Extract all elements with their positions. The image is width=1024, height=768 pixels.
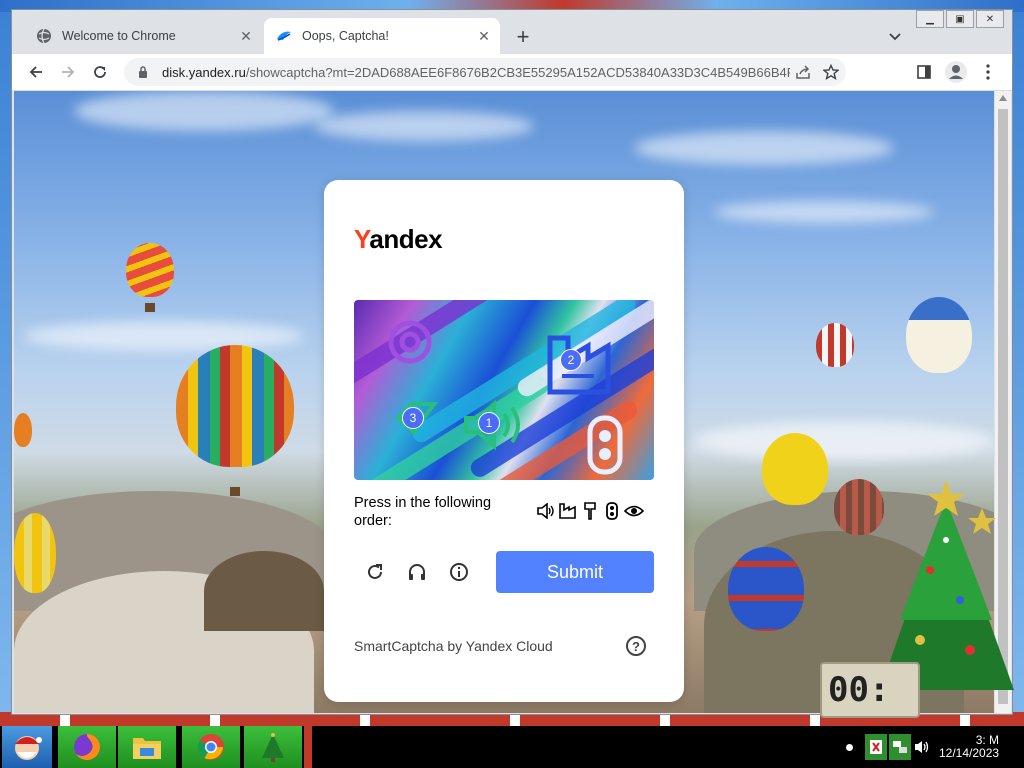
taskbar-divider — [304, 726, 312, 768]
close-window-button[interactable]: ✕ — [976, 10, 1004, 28]
notification-dot-icon — [846, 743, 853, 751]
firefox-taskbar-icon[interactable] — [58, 726, 116, 768]
rock-formation — [204, 551, 324, 631]
tray-date: 12/14/2023 — [939, 746, 1000, 760]
browser-toolbar: disk.yandex.ru/showcaptcha?mt=2DAD688AEE… — [12, 54, 1012, 91]
cloud — [74, 91, 334, 131]
file-explorer-taskbar-icon[interactable] — [118, 726, 176, 768]
profile-avatar-icon[interactable] — [942, 58, 970, 86]
url-path: /showcaptcha?mt=2DAD688AEE6F8676B2CB3E55… — [245, 64, 790, 80]
volume-icon[interactable] — [913, 740, 931, 754]
cloud — [694, 421, 994, 461]
system-tray: 3: M 12/14/2023 — [836, 726, 1024, 768]
minimize-button[interactable]: ▁ — [916, 10, 944, 28]
hot-air-balloon — [762, 433, 828, 505]
url-host: disk.yandex.ru — [162, 64, 246, 80]
desktop-clock-widget: 00: — [820, 662, 920, 718]
scroll-up-arrow-icon[interactable] — [999, 95, 1007, 101]
maximize-button[interactable]: ▣ — [946, 10, 974, 28]
new-tab-button[interactable]: + — [510, 24, 536, 50]
hot-air-balloon — [126, 243, 174, 297]
help-icon[interactable]: ? — [626, 636, 646, 656]
captcha-image[interactable]: 2 3 1 — [354, 300, 654, 480]
lock-icon[interactable] — [138, 66, 154, 78]
info-icon[interactable] — [448, 561, 470, 583]
network-icon[interactable] — [889, 734, 911, 760]
cloud — [24, 321, 304, 351]
submit-button[interactable]: Submit — [496, 551, 654, 593]
speaker-icon — [536, 502, 556, 520]
forward-button[interactable] — [54, 58, 82, 86]
balloon-basket — [145, 303, 155, 312]
order-badge: 3 — [402, 407, 424, 429]
christmas-tree-taskbar-icon[interactable] — [244, 726, 302, 768]
globe-icon — [36, 28, 52, 44]
refresh-icon[interactable] — [364, 561, 386, 583]
share-icon[interactable] — [790, 65, 816, 79]
captcha-footer: SmartCaptcha by Yandex Cloud — [354, 638, 553, 654]
yandex-logo: Yandex — [354, 224, 443, 254]
tab-welcome-to-chrome[interactable]: Welcome to Chrome ✕ — [24, 18, 262, 54]
url-text: disk.yandex.ru/showcaptcha?mt=2DAD688AEE… — [162, 65, 790, 80]
tab-title: Welcome to Chrome — [62, 29, 176, 43]
captcha-instruction: Press in the following order: — [354, 495, 492, 529]
hot-air-balloon — [176, 345, 294, 467]
reload-button[interactable] — [86, 58, 114, 86]
tab-title: Oops, Captcha! — [302, 29, 389, 43]
hot-air-balloon — [14, 513, 56, 593]
hot-air-balloon — [816, 323, 854, 367]
traffic-light-icon — [602, 502, 622, 520]
back-button[interactable] — [22, 58, 50, 86]
cloud — [314, 111, 534, 141]
balloon-basket — [230, 487, 240, 496]
hot-air-balloon — [728, 547, 804, 631]
cloud — [634, 131, 894, 165]
cloud — [714, 201, 934, 223]
close-tab-icon[interactable]: ✕ — [236, 26, 256, 46]
hot-air-balloon — [906, 297, 972, 373]
eye-icon[interactable] — [386, 318, 434, 366]
tray-clock[interactable]: 3: M 12/14/2023 — [939, 734, 999, 760]
paintbrush-icon — [580, 502, 600, 520]
tab-strip: Welcome to Chrome ✕ Oops, Captcha! ✕ + ▁… — [12, 10, 1012, 54]
headphones-icon[interactable] — [406, 561, 428, 583]
captcha-card: Yandex 2 3 1 Press in the following orde… — [324, 180, 684, 702]
bookmark-star-icon[interactable] — [816, 64, 846, 80]
hot-air-balloon — [14, 413, 32, 447]
order-badge: 2 — [560, 349, 582, 371]
side-panel-icon[interactable] — [910, 58, 938, 86]
window-controls: ▁ ▣ ✕ — [914, 10, 1004, 28]
order-sequence — [536, 502, 644, 520]
chrome-taskbar-icon[interactable] — [182, 726, 240, 768]
order-badge: 1 — [478, 412, 500, 434]
start-button[interactable] — [2, 726, 52, 768]
close-tab-icon[interactable]: ✕ — [474, 26, 494, 46]
tab-oops-captcha[interactable]: Oops, Captcha! ✕ — [264, 18, 500, 54]
taskbar: 3: M 12/14/2023 — [0, 726, 1024, 768]
desktop-wallpaper-left — [0, 12, 12, 722]
eye-icon — [624, 502, 644, 520]
menu-kebab-icon[interactable] — [974, 58, 1002, 86]
chevron-down-icon[interactable] — [884, 26, 906, 48]
factory-icon — [558, 502, 578, 520]
address-bar[interactable]: disk.yandex.ru/showcaptcha?mt=2DAD688AEE… — [124, 58, 846, 86]
flag-icon[interactable] — [865, 734, 887, 760]
yandex-disk-icon — [276, 28, 292, 44]
traffic-light-icon[interactable] — [580, 414, 630, 476]
